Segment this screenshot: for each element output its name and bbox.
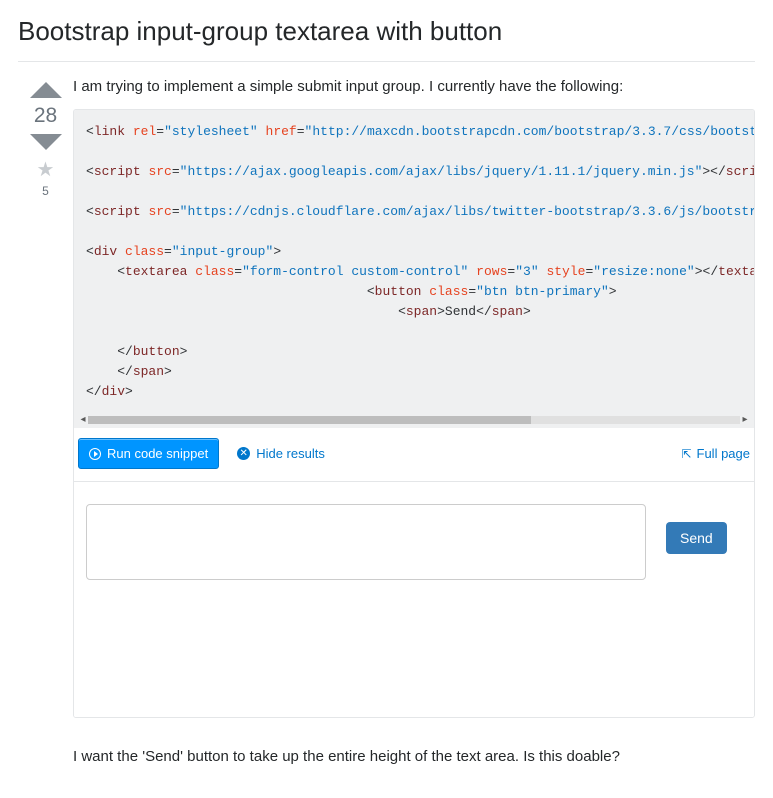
play-icon [89, 448, 101, 460]
upvote-icon[interactable] [30, 82, 62, 98]
intro-text: I am trying to implement a simple submit… [73, 78, 755, 95]
external-link-icon: ⇱ [681, 447, 691, 461]
post-body: I am trying to implement a simple submit… [73, 76, 755, 780]
horizontal-scrollbar[interactable]: ◂ ▸ [74, 414, 754, 428]
run-label: Run code snippet [107, 446, 208, 461]
full-page-link[interactable]: ⇱ Full page [681, 446, 750, 461]
code-snippet-container: <link rel="stylesheet" href="http://maxc… [73, 109, 755, 718]
snippet-controls: Run code snippet ✕ Hide results ⇱ Full p… [74, 428, 754, 481]
scroll-track[interactable] [88, 416, 740, 424]
scroll-thumb[interactable] [88, 416, 531, 424]
fullpage-label: Full page [697, 446, 750, 461]
favorite-star-icon[interactable]: ★ [18, 160, 73, 180]
hide-label: Hide results [256, 446, 325, 461]
followup-text: I want the 'Send' button to take up the … [73, 748, 755, 765]
vote-cell: 28 ★ 5 [18, 76, 73, 780]
hide-results-link[interactable]: ✕ Hide results [237, 446, 325, 461]
scroll-left-icon[interactable]: ◂ [78, 415, 88, 425]
result-input-group: Send [86, 504, 742, 580]
favorite-count: 5 [18, 184, 73, 198]
run-snippet-button[interactable]: Run code snippet [78, 438, 219, 469]
question-title: Bootstrap input-group textarea with butt… [18, 16, 755, 47]
code-content: <link rel="stylesheet" href="http://maxc… [74, 110, 754, 414]
result-textarea[interactable] [86, 504, 646, 580]
downvote-icon[interactable] [30, 134, 62, 150]
scroll-right-icon[interactable]: ▸ [740, 415, 750, 425]
send-button[interactable]: Send [666, 522, 727, 554]
close-circle-icon: ✕ [237, 447, 250, 460]
snippet-result: Send [74, 481, 754, 717]
divider [18, 61, 755, 62]
vote-score: 28 [18, 104, 73, 128]
